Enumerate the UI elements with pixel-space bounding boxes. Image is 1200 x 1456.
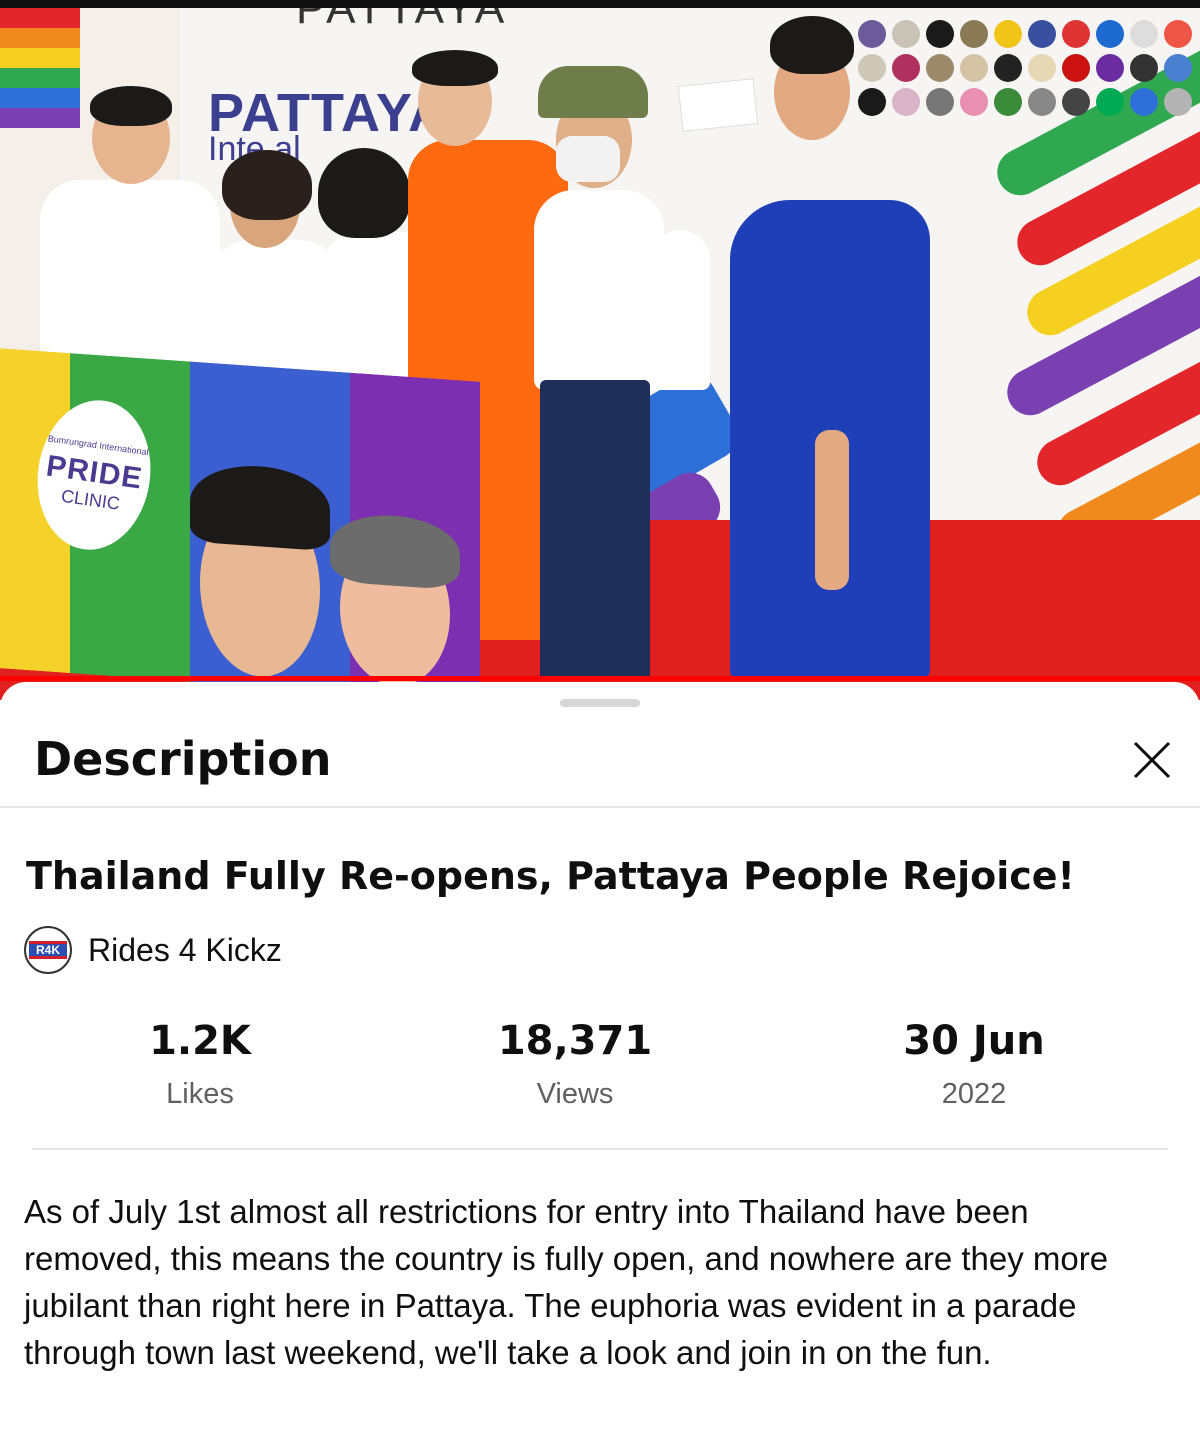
stats-divider xyxy=(32,1148,1168,1150)
header-divider xyxy=(0,806,1200,808)
description-sheet: Description Thailand Fully Re-opens, Pat… xyxy=(0,682,1200,1456)
small-flag xyxy=(677,78,759,132)
date-stat: 30 Jun 2022 xyxy=(824,1018,1124,1111)
drag-handle[interactable] xyxy=(560,699,640,707)
likes-stat: 1.2K Likes xyxy=(50,1018,350,1111)
channel-row[interactable]: R4K Rides 4 Kickz xyxy=(24,926,282,974)
video-player[interactable]: PATTAYA PATTAYA Inte al Bumrungrad Inter… xyxy=(0,0,1200,700)
channel-avatar-text: R4K xyxy=(29,941,67,959)
publish-date: 30 Jun xyxy=(903,1018,1045,1064)
description-text: As of July 1st almost all restrictions f… xyxy=(24,1193,1109,1371)
sheet-title: Description xyxy=(34,732,332,786)
views-stat: 18,371 Views xyxy=(425,1018,725,1111)
likes-count: 1.2K xyxy=(149,1018,251,1064)
sponsor-logos xyxy=(858,20,1192,116)
close-button[interactable] xyxy=(1122,730,1182,790)
video-progress-fill xyxy=(0,676,1200,681)
video-title: Thailand Fully Re-opens, Pattaya People … xyxy=(26,854,1075,898)
channel-name[interactable]: Rides 4 Kickz xyxy=(88,932,282,969)
channel-avatar[interactable]: R4K xyxy=(24,926,72,974)
video-progress-bar[interactable] xyxy=(0,676,1200,681)
status-bar-strip xyxy=(0,0,1200,8)
views-label: Views xyxy=(536,1078,614,1110)
views-count: 18,371 xyxy=(497,1018,653,1064)
likes-label: Likes xyxy=(166,1078,234,1110)
stats-row: 1.2K Likes 18,371 Views 30 Jun 2022 xyxy=(0,1018,1200,1118)
close-icon xyxy=(1133,741,1171,779)
publish-year: 2022 xyxy=(941,1078,1007,1110)
